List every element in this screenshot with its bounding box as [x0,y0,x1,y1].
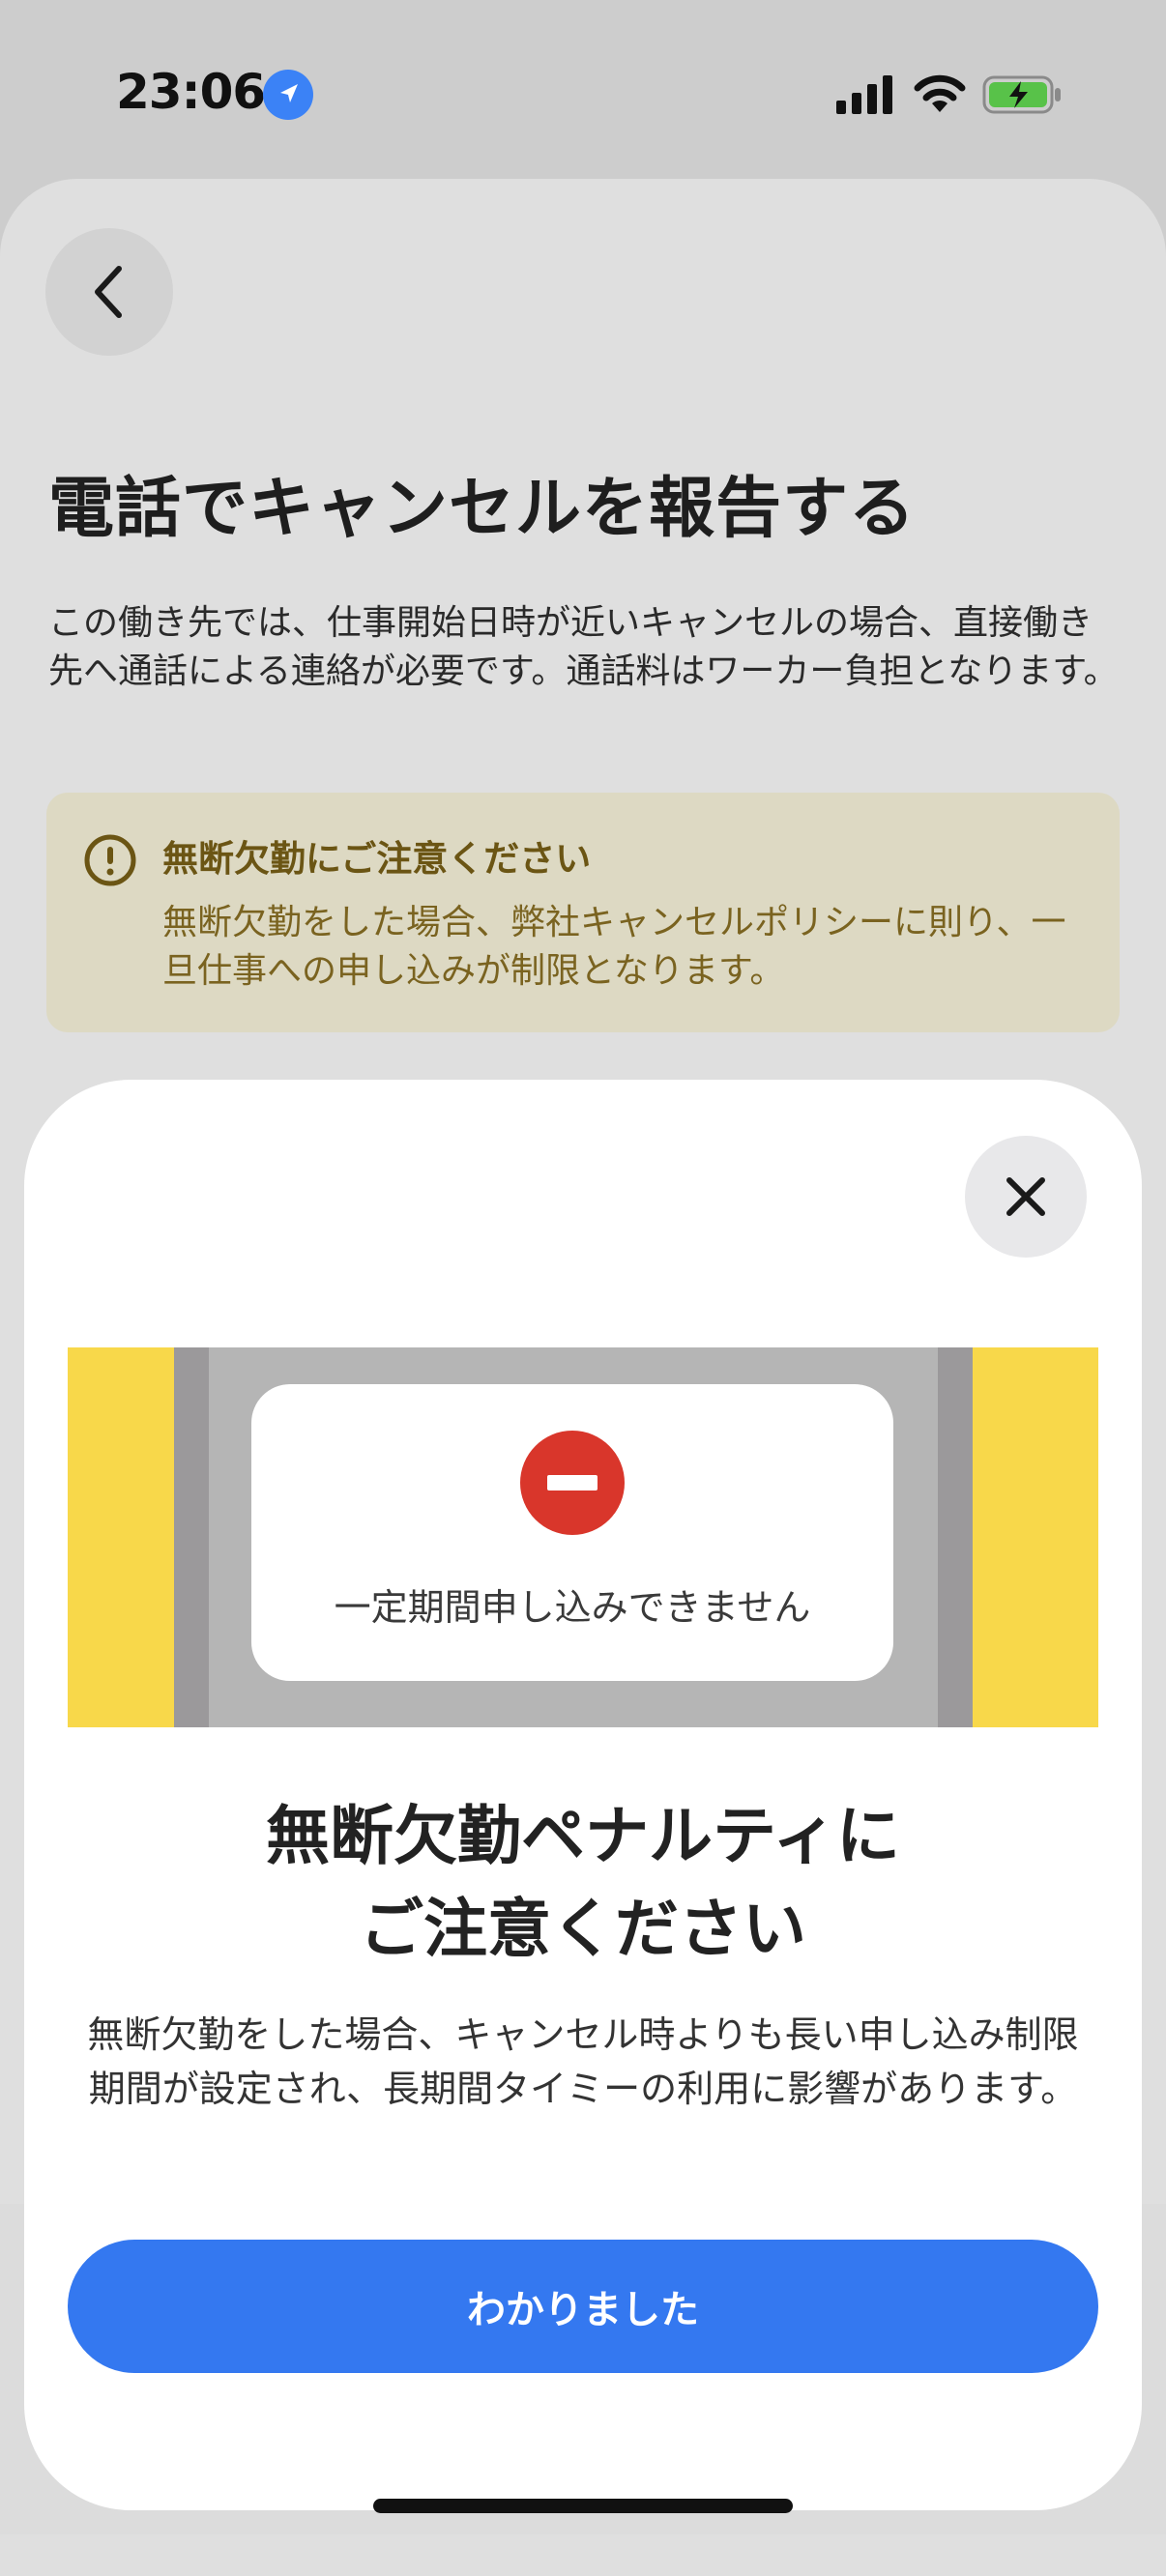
close-icon [1006,1177,1045,1216]
modal-title-line1: 無断欠勤ペナルティに [265,1799,901,1873]
location-arrow-icon [263,70,313,120]
close-button[interactable] [965,1136,1087,1258]
cellular-signal-icon [836,75,892,114]
notice-text: 無断欠勤をした場合、弊社キャンセルポリシーに則り、一旦仕事への申し込みが制限とな… [162,903,1066,991]
illustration-text: 一定期間申し込みできません [334,1586,811,1629]
illustration-stripe-left [68,1347,174,1727]
illustration-card: 一定期間申し込みできません [251,1384,893,1681]
chevron-left-icon [95,266,122,318]
no-entry-icon [520,1431,625,1535]
notice-title: 無断欠勤にご注意ください [162,838,592,880]
modal-description: 無断欠勤をした場合、キャンセル時よりも長い申し込み制限期間が設定され、長期間タイ… [87,2013,1079,2110]
penalty-modal: 一定期間申し込みできません 無断欠勤ペナルティに ご注意ください 無断欠勤をした… [24,1080,1142,2510]
exclamation-circle-icon [84,834,136,886]
status-bar: 23:06 [0,0,1166,184]
modal-title-line2: ご注意ください [360,1892,806,1966]
battery-charging-icon [982,75,1061,114]
status-time: 23:06 [116,64,266,120]
back-button[interactable] [45,228,173,356]
wifi-icon [914,74,966,112]
illustration-bezel-left [174,1347,209,1727]
confirm-button[interactable]: わかりました [68,2240,1098,2373]
home-indicator[interactable] [373,2499,793,2513]
illustration-stripe-right [973,1347,1098,1727]
illustration-bezel-right [938,1347,973,1727]
modal-title: 無断欠勤ペナルティに ご注意ください [24,1790,1142,1976]
restriction-illustration: 一定期間申し込みできません [68,1347,1098,1727]
no-show-notice: 無断欠勤にご注意ください 無断欠勤をした場合、弊社キャンセルポリシーに則り、一旦… [46,793,1120,1032]
page-title: 電話でキャンセルを報告する [48,471,917,547]
page-description: この働き先では、仕事開始日時が近いキャンセルの場合、直接働き先へ通話による連絡が… [48,603,1119,691]
